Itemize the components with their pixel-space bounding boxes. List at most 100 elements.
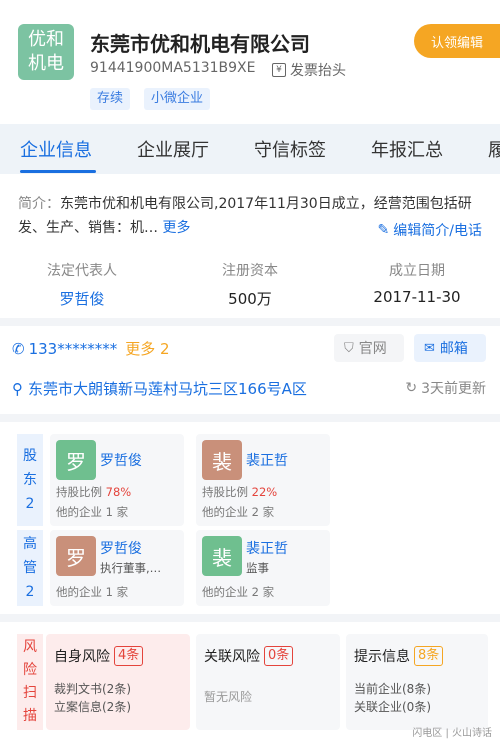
self-risk-title: 自身风险 4条: [54, 646, 144, 666]
avatar: 裴: [202, 536, 242, 576]
side-count: 2: [25, 496, 35, 512]
risk-item: 关联企业(0条): [354, 700, 431, 714]
ratio-label: 持股比例: [202, 485, 248, 499]
executives-side-label: 高 管 2: [17, 530, 43, 606]
legal-rep-label: 法定代表人: [47, 263, 117, 279]
related-risk-card[interactable]: 关联风险 0条 暂无风险: [196, 634, 340, 730]
ratio-value: 78%: [105, 485, 132, 499]
shareholder-card[interactable]: 罗 罗哲俊 持股比例 78% 他的企业 1 家: [50, 434, 184, 526]
avatar: 罗: [56, 440, 96, 480]
address-row[interactable]: ⚲ 东莞市大朗镇新马莲村马坑三区166号A区: [12, 378, 307, 399]
related-risk-title: 关联风险 0条: [204, 646, 294, 666]
founded-label: 成立日期: [389, 263, 445, 279]
logo-line-2: 机电: [28, 53, 64, 74]
capital-label: 注册资本: [222, 263, 278, 279]
risk-count-badge: 8条: [414, 646, 444, 666]
edit-intro-label: 编辑简介/电话: [393, 223, 482, 239]
related-companies: 他的企业 1 家: [56, 585, 129, 599]
refresh-icon: ↻: [405, 380, 418, 396]
risk-item: 立案信息(2条): [54, 700, 131, 714]
ratio-label: 持股比例: [56, 485, 102, 499]
size-tag: 小微企业: [144, 88, 211, 110]
risk-count-badge: 4条: [114, 646, 144, 666]
avatar: 裴: [202, 440, 242, 480]
invoice-label: 发票抬头: [290, 63, 346, 79]
phone-row[interactable]: ✆ 133******** 更多 2: [12, 338, 170, 359]
intro-label: 简介：: [18, 196, 60, 212]
avatar: 罗: [56, 536, 96, 576]
company-name: 东莞市优和机电有限公司: [90, 32, 310, 56]
shareholder-card[interactable]: 裴 裴正哲 持股比例 22% 他的企业 2 家: [196, 434, 330, 526]
executive-position: 执行董事,…: [100, 561, 162, 575]
logo-line-1: 优和: [28, 29, 64, 50]
website-label: 官网: [358, 341, 387, 357]
risk-title-text: 关联风险: [204, 649, 260, 665]
risk-item: 当前企业(8条): [354, 682, 431, 696]
shareholder-name[interactable]: 裴正哲: [246, 450, 288, 470]
company-logo: 优和 机电: [18, 24, 74, 80]
risk-scan-side-label: 风 险 扫 描: [17, 634, 43, 730]
legal-rep-value[interactable]: 罗哲俊: [12, 288, 152, 309]
executive-card[interactable]: 罗 罗哲俊 执行董事,… 他的企业 1 家: [50, 530, 184, 606]
tab-annual-reports[interactable]: 年报汇总: [371, 136, 443, 162]
side-char: 管: [23, 560, 37, 576]
ratio-value: 22%: [251, 485, 278, 499]
phone-number: 133********: [28, 339, 118, 358]
founded-value: 2017-11-30: [373, 288, 461, 306]
address-text: 东莞市大朗镇新马莲村马坑三区166号A区: [28, 380, 307, 398]
intro-more-link[interactable]: 更多: [162, 220, 190, 236]
executive-card[interactable]: 裴 裴正哲 监事 他的企业 2 家: [196, 530, 330, 606]
update-text: 3天前更新: [421, 381, 486, 397]
invoice-title-button[interactable]: ¥ 发票抬头: [272, 60, 346, 80]
shareholding-ratio: 持股比例 78%: [56, 484, 131, 500]
side-char: 股: [23, 448, 37, 464]
email-label: 邮箱: [439, 341, 468, 357]
company-header: 优和 机电 东莞市优和机电有限公司 认领编辑 91441900MA5131B9X…: [0, 0, 500, 124]
shareholders-side-label: 股 东 2: [17, 434, 43, 526]
executive-name[interactable]: 罗哲俊: [100, 538, 142, 558]
side-char: 险: [23, 662, 37, 678]
related-companies: 他的企业 2 家: [202, 505, 275, 519]
side-count: 2: [25, 584, 35, 600]
section-divider: [0, 318, 500, 326]
credit-code: 91441900MA5131B9XE: [90, 60, 256, 76]
side-char: 扫: [23, 685, 37, 701]
risk-title-text: 自身风险: [54, 649, 110, 665]
related-companies: 他的企业 2 家: [202, 585, 275, 599]
notice-info-card[interactable]: 提示信息 8条 当前企业(8条) 关联企业(0条): [346, 634, 488, 730]
tab-bar: 企业信息 企业展厅 守信标签 年报汇总 履: [0, 124, 500, 174]
shareholding-ratio: 持股比例 22%: [202, 484, 277, 500]
edit-intro-button[interactable]: ✎ 编辑简介/电话: [378, 220, 482, 240]
tab-credit-tags[interactable]: 守信标签: [254, 136, 326, 162]
active-tab-indicator: [20, 170, 96, 173]
risk-title-text: 提示信息: [354, 649, 410, 665]
executive-position: 监事: [246, 561, 269, 575]
shareholder-name[interactable]: 罗哲俊: [100, 450, 142, 470]
side-char: 风: [23, 639, 37, 655]
risk-count-badge: 0条: [264, 646, 294, 666]
website-button[interactable]: ⛉ 官网: [334, 334, 404, 362]
side-char: 高: [23, 536, 37, 552]
update-status[interactable]: ↻ 3天前更新: [405, 378, 486, 398]
watermark: 闪电区 | 火山诗话: [412, 728, 492, 739]
self-risk-card[interactable]: 自身风险 4条 裁判文书(2条) 立案信息(2条): [46, 634, 190, 730]
tab-enterprise-info[interactable]: 企业信息: [20, 136, 92, 162]
shield-icon: ⛉: [344, 340, 354, 356]
mail-icon: ✉: [424, 340, 435, 356]
side-char: 描: [23, 708, 37, 724]
executive-name[interactable]: 裴正哲: [246, 538, 288, 558]
section-divider: [0, 414, 500, 422]
related-companies: 他的企业 1 家: [56, 505, 129, 519]
tab-enterprise-showroom[interactable]: 企业展厅: [137, 136, 209, 162]
claim-edit-button[interactable]: 认领编辑: [414, 24, 500, 58]
status-tag: 存续: [90, 88, 131, 110]
phone-more-link[interactable]: 更多 2: [125, 338, 169, 359]
phone-icon: ✆: [12, 339, 25, 358]
location-pin-icon: ⚲: [12, 379, 23, 398]
side-char: 东: [23, 472, 37, 488]
email-button[interactable]: ✉ 邮箱: [414, 334, 486, 362]
risk-item: 暂无风险: [204, 690, 253, 704]
pencil-icon: ✎: [377, 222, 390, 238]
tab-more-partial[interactable]: 履: [488, 136, 500, 162]
capital-value: 500万: [228, 290, 272, 308]
